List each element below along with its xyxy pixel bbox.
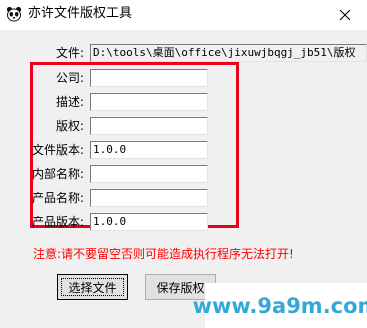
product-version-input[interactable]: 1.0.0 xyxy=(90,213,208,231)
warning-message: 注意:请不要留空否则可能造成执行程序无法打开! xyxy=(33,247,294,261)
file-version-input[interactable]: 1.0.0 xyxy=(90,141,208,159)
internal-name-input[interactable] xyxy=(90,165,208,183)
product-name-input[interactable] xyxy=(90,189,208,207)
copyright-input[interactable] xyxy=(90,117,208,135)
site-watermark: www.9a9m.com xyxy=(193,283,367,328)
file-path-field[interactable]: D:\tools\桌面\office\jixuwjbqgj_jb51\版权 xyxy=(90,44,367,62)
select-file-button[interactable]: 选择文件 xyxy=(57,274,128,300)
file-label: 文件: xyxy=(56,46,85,60)
copyright-label: 版权: xyxy=(56,119,85,133)
company-label: 公司: xyxy=(56,71,85,85)
close-icon xyxy=(339,9,350,21)
close-button[interactable] xyxy=(322,0,367,30)
title-bar: 亦许文件版权工具 xyxy=(0,0,367,30)
window-title: 亦许文件版权工具 xyxy=(28,6,133,21)
internal-name-label: 内部名称: xyxy=(32,167,85,181)
description-input[interactable] xyxy=(90,93,208,111)
product-version-label: 产品版本: xyxy=(32,215,85,229)
panda-app-icon xyxy=(6,6,22,22)
file-version-label: 文件版本: xyxy=(32,143,85,157)
company-input[interactable] xyxy=(90,69,208,87)
product-name-label: 产品名称: xyxy=(32,191,85,205)
description-label: 描述: xyxy=(56,95,85,109)
